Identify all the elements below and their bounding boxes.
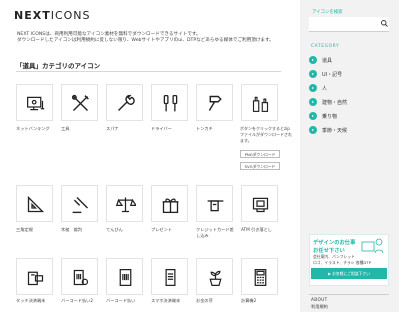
icon-label: ドライバー — [151, 126, 172, 131]
icon-label: 木槌 裁判 — [61, 227, 82, 232]
icon-label: 工具 — [61, 126, 70, 131]
icon-card-tools[interactable] — [61, 84, 98, 121]
sidebar-item-label: 季節・天候 — [322, 127, 348, 134]
banner-subtitle: ロゴ、イラスト、チラシ 各種DTP — [313, 260, 371, 265]
scales-icon — [115, 197, 136, 213]
icon-label: クレジットカード差し込み — [196, 227, 234, 238]
icon-label: スパナ — [106, 126, 119, 131]
main-content: NEXTICONS NEXT ICONSは、商用利用可能なアイコン素材を無料でダ… — [0, 0, 300, 312]
icon-card-net-banking[interactable] — [16, 84, 53, 121]
about-link[interactable]: ABOUT — [311, 297, 328, 302]
icon-card-atm[interactable] — [241, 185, 278, 222]
set-square-icon — [27, 195, 45, 213]
site-intro: NEXT ICONSは、商用利用可能なアイコン素材を無料でダウンロードできるサイ… — [17, 32, 287, 45]
about-divider — [309, 294, 389, 295]
icon-card-present[interactable] — [151, 185, 188, 222]
barcode-pay-icon — [119, 269, 132, 286]
icon-label: ネットバンキング — [16, 126, 50, 131]
arrow-bullet-icon — [309, 98, 317, 106]
calculator-icon — [254, 269, 267, 286]
net-banking-icon — [27, 96, 45, 111]
money-sprout-icon — [209, 270, 222, 286]
icon-card-barcode-pay[interactable] — [106, 258, 143, 295]
sidebar-item-label: 人 — [322, 85, 328, 92]
icon-label: トンカチ — [196, 126, 213, 131]
icon-card-touch-payment[interactable] — [16, 258, 53, 295]
arrow-bullet-icon — [309, 126, 317, 134]
hammer-icon — [208, 95, 222, 111]
tools-icon — [71, 94, 89, 111]
icon-card-card-insert[interactable] — [196, 185, 233, 222]
sidebar-item-label: UI・記号 — [322, 71, 343, 78]
download-hint: ボタンをクリックするとzipファイルがダウンロードされます。 — [240, 126, 292, 143]
atm-icon — [252, 197, 269, 213]
barcode-pay2-icon — [73, 269, 89, 286]
spanner-icon — [118, 94, 135, 111]
designer-illustration-icon — [361, 238, 384, 254]
intro-line-2: ダウンロードしたアイコンは利用規約に反しない限り、Webサイトやアプリのui、D… — [17, 38, 274, 44]
gavel-icon — [72, 197, 88, 214]
icon-label: タッチ決済端末 — [16, 298, 46, 303]
icon-label: スマホ決済端末 — [151, 298, 181, 303]
search-heading: アイコンを検索 — [312, 10, 343, 15]
screwdriver-icon — [163, 94, 178, 112]
site-logo[interactable]: NEXTICONS — [14, 9, 91, 22]
sidebar-item-label: 乗り物 — [322, 113, 338, 120]
search-input[interactable] — [309, 17, 389, 31]
icon-card-phone-payment[interactable] — [151, 258, 188, 295]
icon-label: 三角定規 — [16, 227, 33, 232]
icon-label: 計算機2 — [241, 298, 257, 303]
arrow-bullet-icon — [309, 56, 317, 64]
icon-card-barcode-pay2[interactable] — [61, 258, 98, 295]
icon-label: バーコード払い — [106, 298, 136, 303]
icon-card-screwdriver[interactable] — [151, 84, 188, 121]
icon-card-scales[interactable] — [106, 185, 143, 222]
search-icon[interactable] — [380, 19, 389, 28]
sidebar-item-vehicles[interactable]: 乗り物 — [309, 111, 389, 121]
icon-card-gavel[interactable] — [61, 185, 98, 222]
phone-payment-icon — [165, 269, 176, 286]
icon-card-hammer[interactable] — [196, 84, 233, 121]
sidebar-item-seasons-weather[interactable]: 季節・天候 — [309, 125, 389, 135]
icon-card-spanner[interactable] — [106, 84, 143, 121]
icon-label: お金の芽 — [196, 298, 213, 303]
icon-label: プレゼント — [151, 227, 172, 232]
search-underline — [309, 31, 389, 32]
icon-label: てんびん — [106, 227, 123, 232]
terms-link[interactable]: 利用規約 — [311, 304, 328, 310]
present-icon — [162, 198, 179, 214]
sidebar-item-buildings-nature[interactable]: 建物・自然 — [309, 97, 389, 107]
card-insert-icon — [207, 200, 224, 212]
sidebar-item-ui-symbols[interactable]: UI・記号 — [309, 69, 389, 79]
category-heading: CATEGORY — [311, 44, 340, 49]
paint-bottles-icon — [252, 96, 269, 112]
icon-label: バーコード払い2 — [61, 298, 93, 303]
svg-download-button[interactable]: SVGダウンロード — [240, 162, 280, 170]
consult-button[interactable]: ▶ お気軽にご相談下さい — [311, 268, 387, 279]
section-title: 「道具」カテゴリのアイコン — [16, 62, 101, 70]
sidebar-item-people[interactable]: 人 — [309, 83, 389, 93]
sidebar-item-label: 建物・自然 — [322, 99, 348, 106]
sidebar-item-label: 道具 — [322, 57, 333, 64]
icon-card-money-sprout[interactable] — [196, 258, 233, 295]
section-divider — [16, 71, 281, 72]
arrow-bullet-icon — [309, 84, 317, 92]
arrow-bullet-icon — [309, 70, 317, 78]
arrow-bullet-icon — [309, 112, 317, 120]
icon-card-paint-bottles[interactable] — [241, 84, 278, 121]
touch-payment-icon — [27, 271, 44, 286]
icon-card-calculator[interactable] — [241, 258, 278, 295]
icon-card-set-square[interactable] — [16, 185, 53, 222]
sidebar-item-tools[interactable]: 道具 — [309, 55, 389, 65]
icon-label: ATM 引き落とし — [241, 227, 272, 232]
banner-title: デザインのお仕事 お任せ下さい — [313, 240, 356, 254]
png-download-button[interactable]: PNGダウンロード — [240, 150, 280, 158]
